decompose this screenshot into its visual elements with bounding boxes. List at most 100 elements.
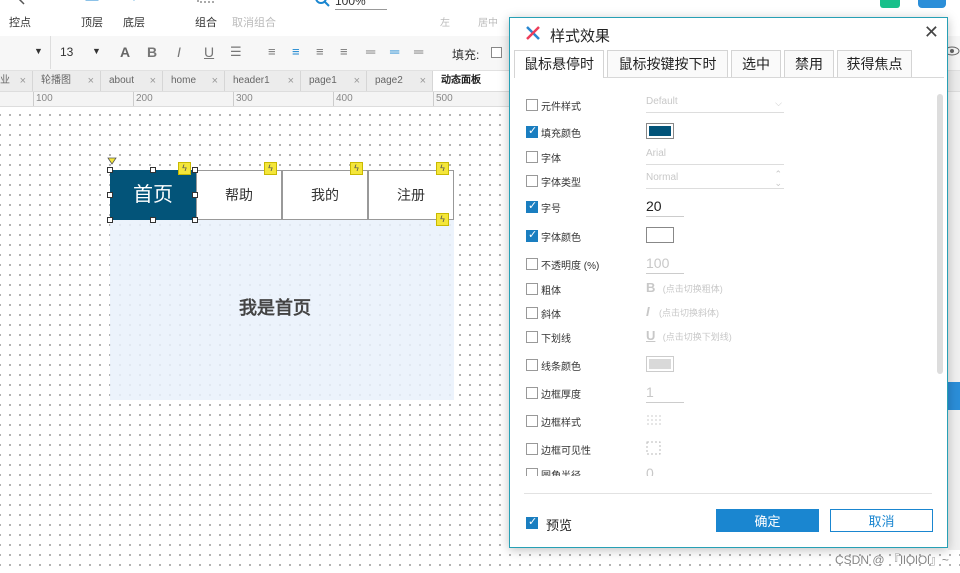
page-tab[interactable]: page1 × [301, 71, 367, 91]
tab-mouse-down[interactable]: 鼠标按键按下时 [607, 50, 728, 77]
page-tab[interactable]: home × [163, 71, 225, 91]
zoom-input[interactable]: 100% [335, 0, 387, 10]
corner-radius-checkbox[interactable] [526, 468, 538, 476]
tab-mouse-hover[interactable]: 鼠标悬停时 [514, 50, 604, 78]
align-center-label[interactable]: 居中 [478, 14, 498, 29]
resize-handle[interactable] [107, 167, 113, 173]
font-size-input[interactable]: 20 [646, 198, 684, 217]
fill-color-checkbox[interactable] [526, 124, 538, 138]
handles-button[interactable]: 控点 [0, 0, 48, 36]
underline-icon[interactable]: U [204, 44, 214, 62]
list-icon[interactable]: ☰ [230, 44, 242, 62]
border-visibility-icon[interactable] [646, 441, 662, 455]
border-thickness-checkbox[interactable] [526, 387, 538, 399]
page-tab[interactable]: page2 × [367, 71, 433, 91]
interaction-bolt-icon[interactable]: ϟ [264, 162, 277, 175]
line-color-swatch[interactable] [646, 356, 674, 372]
resize-handle[interactable] [192, 192, 198, 198]
font-color-icon[interactable]: A [120, 44, 130, 62]
border-style-icon[interactable] [646, 414, 662, 426]
font-size-arrow-icon[interactable]: ▼ [92, 46, 101, 64]
nav-home-button[interactable]: 首页 [110, 170, 196, 220]
close-icon[interactable]: ✕ [924, 22, 939, 43]
valign-middle-icon[interactable]: ═ [390, 44, 399, 62]
fill-swatch[interactable] [491, 47, 502, 58]
page-tab[interactable]: header1 × [225, 71, 301, 91]
nav-help-button[interactable]: 帮助 [196, 170, 282, 220]
tab-selected[interactable]: 选中 [731, 50, 781, 77]
close-tab-icon[interactable]: × [420, 71, 426, 91]
resize-handle[interactable] [107, 192, 113, 198]
italic-checkbox[interactable] [526, 307, 538, 319]
rotate-marker-icon[interactable] [107, 157, 117, 167]
border-visibility-checkbox[interactable] [526, 443, 538, 455]
right-panel-highlight[interactable] [948, 382, 960, 410]
row-label: 字体 [541, 154, 561, 165]
widget-style-select[interactable]: Default ⌵ [646, 96, 784, 113]
resize-handle[interactable] [192, 167, 198, 173]
align-center-icon[interactable]: ≡ [292, 44, 300, 62]
page-tab[interactable]: 轮播图 × [33, 71, 101, 91]
resize-handle[interactable] [107, 217, 113, 223]
preview-checkbox[interactable] [526, 515, 538, 529]
bold-toggle[interactable]: B (点击切换粗体) [646, 280, 723, 295]
underline-checkbox[interactable] [526, 331, 538, 343]
fill-color-swatch[interactable] [646, 123, 674, 139]
opacity-checkbox[interactable] [526, 258, 538, 270]
close-tab-icon[interactable]: × [20, 71, 26, 91]
align-left-label[interactable]: 左 [440, 14, 450, 29]
align-right-icon[interactable]: ≡ [316, 44, 324, 62]
close-tab-icon[interactable]: × [212, 71, 218, 91]
border-style-checkbox[interactable] [526, 415, 538, 427]
font-size-checkbox[interactable] [526, 199, 538, 213]
scrollbar-thumb[interactable] [937, 94, 943, 374]
ok-button[interactable]: 确定 [716, 509, 819, 532]
font-type-select[interactable]: Normal ⌃ ⌄ [646, 170, 784, 189]
close-tab-icon[interactable]: × [150, 71, 156, 91]
cancel-button[interactable]: 取消 [830, 509, 933, 532]
font-size-field[interactable]: 13 [60, 45, 73, 63]
close-tab-icon[interactable]: × [88, 71, 94, 91]
interaction-bolt-icon[interactable]: ϟ [436, 162, 449, 175]
tab-disabled[interactable]: 禁用 [784, 50, 834, 77]
close-tab-icon[interactable]: × [288, 71, 294, 91]
valign-top-icon[interactable]: ═ [366, 44, 375, 62]
border-thickness-input[interactable]: 1 [646, 384, 684, 403]
justify-icon[interactable]: ≡ [340, 44, 348, 62]
nav-mine-button[interactable]: 我的 [282, 170, 368, 220]
font-dropdown-arrow-icon[interactable]: ▼ [34, 46, 43, 64]
resize-handle[interactable] [150, 217, 156, 223]
preview-icon[interactable] [880, 0, 900, 8]
page-tab[interactable]: about × [101, 71, 163, 91]
dialog-scrollbar[interactable] [935, 88, 945, 480]
interaction-bolt-icon[interactable]: ϟ [436, 213, 449, 226]
font-type-checkbox[interactable] [526, 175, 538, 187]
font-select[interactable]: Arial [646, 148, 784, 165]
valign-bottom-icon[interactable]: ═ [414, 44, 423, 62]
corner-radius-input[interactable]: 0 [646, 465, 684, 476]
close-tab-icon[interactable]: × [354, 71, 360, 91]
font-color-checkbox[interactable] [526, 228, 538, 242]
interaction-bolt-icon[interactable]: ϟ [350, 162, 363, 175]
opacity-input[interactable]: 100 [646, 255, 684, 274]
interaction-bolt-icon[interactable]: ϟ [178, 162, 191, 175]
widget-style-checkbox[interactable] [526, 99, 538, 111]
resize-handle[interactable] [192, 217, 198, 223]
bold-icon[interactable]: B [147, 44, 157, 62]
underline-toggle[interactable]: U (点击切换下划线) [646, 328, 732, 343]
page-tab[interactable]: 业 × [0, 71, 33, 91]
align-left-icon[interactable]: ≡ [268, 44, 276, 62]
font-checkbox[interactable] [526, 151, 538, 163]
send-to-back-button[interactable]: 底层 [106, 0, 162, 36]
line-color-checkbox[interactable] [526, 359, 538, 371]
ungroup-button[interactable]: 取消组合 [226, 0, 282, 36]
font-color-swatch[interactable] [646, 227, 674, 243]
share-icon[interactable] [918, 0, 946, 8]
bold-checkbox[interactable] [526, 283, 538, 295]
resize-handle[interactable] [150, 167, 156, 173]
row-border-visibility: 边框可见性 [526, 440, 926, 460]
tab-focused[interactable]: 获得焦点 [837, 50, 912, 77]
page-tab-active[interactable]: 动态面板 [433, 71, 511, 91]
italic-toggle[interactable]: I (点击切换斜体) [646, 304, 719, 319]
italic-icon[interactable]: I [177, 44, 181, 62]
